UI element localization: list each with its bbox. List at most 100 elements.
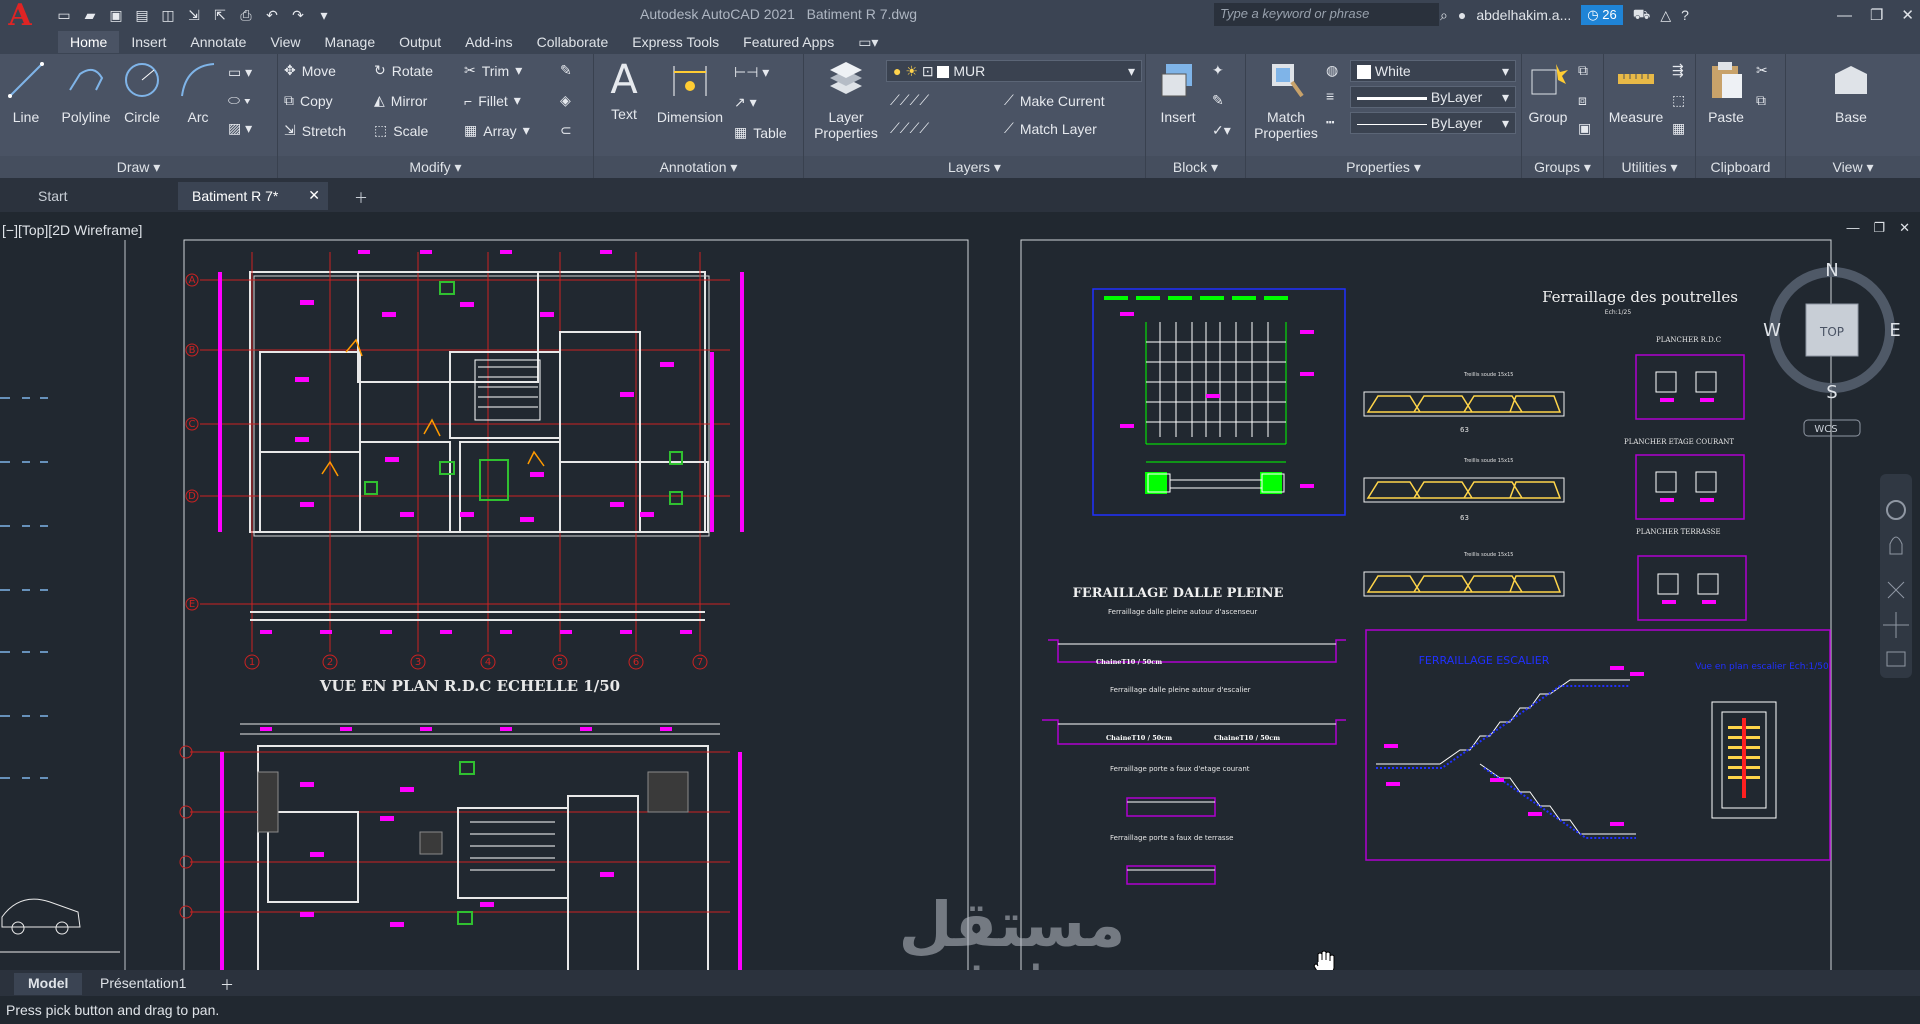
base-view-button[interactable]: Base xyxy=(1826,60,1876,125)
fillet-button[interactable]: ⌐ Fillet ▾ xyxy=(464,92,521,109)
dimension-button[interactable]: Dimension xyxy=(652,60,728,125)
autodesk-app-icon[interactable]: △ xyxy=(1660,7,1671,24)
layer-tools-row-1[interactable]: ⟋⟋⟋⟋ xyxy=(890,92,929,109)
explode-icon[interactable]: ◈ xyxy=(560,92,571,109)
layers-panel-title[interactable]: Layers ▾ xyxy=(804,156,1145,178)
redo-icon[interactable]: ↷ xyxy=(288,5,308,25)
cart-icon[interactable]: ⛟ xyxy=(1633,6,1651,25)
minimize-icon[interactable]: — xyxy=(1837,7,1852,24)
offset-icon[interactable]: ⊂ xyxy=(560,122,572,139)
mirror-button[interactable]: ◭ Mirror xyxy=(374,92,427,109)
help-icon[interactable]: ? xyxy=(1681,7,1689,23)
new-tab-icon[interactable]: ＋ xyxy=(340,182,382,210)
move-button[interactable]: ✥ Move xyxy=(284,62,336,79)
calculator-icon[interactable]: ▦ xyxy=(1672,120,1685,137)
drawing-canvas[interactable]: 1 2 3 4 5 6 7 A B C D E VUE EN PLAN R.D.… xyxy=(0,212,1920,970)
web-mobile-icon[interactable]: ◫ xyxy=(158,5,178,25)
measure-button[interactable]: Measure xyxy=(1606,60,1666,125)
linetype-icon[interactable]: ┅ xyxy=(1326,114,1334,131)
tab-insert[interactable]: Insert xyxy=(119,31,178,53)
circle-button[interactable]: Circle xyxy=(120,60,164,125)
match-properties-button[interactable]: Match Properties xyxy=(1250,60,1322,141)
ellipse-icon[interactable]: ⬭ ▾ xyxy=(228,92,251,109)
linear-dimension-icon[interactable]: ⊢⊣ ▾ xyxy=(734,64,769,81)
viewcube[interactable]: TOP N S E W WCS xyxy=(1763,260,1901,437)
cut-icon[interactable]: ✂ xyxy=(1756,62,1768,79)
insert-block-button[interactable]: Insert xyxy=(1152,60,1204,125)
plot-icon[interactable]: ⎙ xyxy=(236,5,256,25)
hatch-icon[interactable]: ▨ ▾ xyxy=(228,120,252,137)
layer-dropdown[interactable]: ● ☀ ⊡ MUR ▾ xyxy=(886,60,1142,82)
user-name[interactable]: abdelhakim.a... xyxy=(1476,7,1571,23)
color-wheel-icon[interactable]: ◍ xyxy=(1326,62,1338,79)
tab-add-ins[interactable]: Add-ins xyxy=(453,31,524,53)
tab-featured-apps[interactable]: Featured Apps xyxy=(731,31,846,53)
close-tab-icon[interactable]: ✕ xyxy=(308,187,320,204)
quick-select-icon[interactable]: ⇶ xyxy=(1672,62,1684,79)
layer-properties-button[interactable]: Layer Properties xyxy=(810,60,882,141)
tab-model[interactable]: Model xyxy=(14,973,83,995)
copy-button[interactable]: ⧉ Copy xyxy=(284,92,333,109)
layer-tools-row-2[interactable]: ⟋⟋⟋⟋ xyxy=(890,120,929,137)
lineweight-icon[interactable]: ≡ xyxy=(1326,88,1334,104)
make-current-button[interactable]: ⟋ Make Current xyxy=(1004,92,1105,109)
properties-panel-title[interactable]: Properties ▾ xyxy=(1246,156,1521,178)
ribbon-options-icon[interactable]: ▭▾ xyxy=(846,31,890,54)
line-button[interactable]: Line xyxy=(6,60,46,125)
erase-icon[interactable]: ✎ xyxy=(560,62,572,79)
tab-start[interactable]: Start xyxy=(24,182,174,210)
stretch-button[interactable]: ⇲ Stretch xyxy=(284,122,346,139)
arc-button[interactable]: Arc xyxy=(176,60,220,125)
copy-clip-icon[interactable]: ⧉ xyxy=(1756,92,1766,109)
rotate-button[interactable]: ↻ Rotate xyxy=(374,62,433,79)
group-edit-icon[interactable]: ⧈ xyxy=(1578,92,1587,109)
color-dropdown[interactable]: White ▾ xyxy=(1350,60,1516,82)
search-icon[interactable]: ⌕ xyxy=(1440,7,1448,24)
draw-panel-title[interactable]: Draw ▾ xyxy=(0,156,277,178)
tab-express-tools[interactable]: Express Tools xyxy=(620,31,731,53)
tab-view[interactable]: View xyxy=(258,31,312,53)
match-layer-button[interactable]: ⟋ Match Layer xyxy=(1004,120,1097,137)
lineweight-dropdown[interactable]: ByLayer ▾ xyxy=(1350,112,1516,134)
tab-output[interactable]: Output xyxy=(387,31,453,53)
new-file-icon[interactable]: ▭ xyxy=(54,5,74,25)
user-icon[interactable]: ● xyxy=(1458,7,1466,23)
save-icon[interactable]: ▣ xyxy=(106,5,126,25)
clipboard-panel-title[interactable]: Clipboard xyxy=(1696,156,1785,178)
close-icon[interactable]: ✕ xyxy=(1901,6,1914,24)
add-layout-icon[interactable]: ＋ xyxy=(206,973,248,995)
select-all-icon[interactable]: ⬚ xyxy=(1672,92,1685,109)
navigation-bar[interactable] xyxy=(1880,474,1912,678)
polyline-button[interactable]: Polyline xyxy=(56,60,116,125)
tab-document[interactable]: Batiment R 7* ✕ xyxy=(178,182,328,210)
leader-icon[interactable]: ↗ ▾ xyxy=(734,94,757,111)
array-button[interactable]: ▦ Array ▾ xyxy=(464,122,530,139)
view-panel-title[interactable]: View ▾ xyxy=(1786,156,1920,178)
search-input[interactable]: Type a keyword or phrase xyxy=(1214,3,1439,26)
open-folder-icon[interactable]: ▰ xyxy=(80,5,100,25)
linetype-dropdown[interactable]: ByLayer ▾ xyxy=(1350,86,1516,108)
tab-annotate[interactable]: Annotate xyxy=(178,31,258,53)
restore-icon[interactable]: ❐ xyxy=(1870,6,1883,24)
timer-badge[interactable]: ◷ 26 xyxy=(1581,5,1623,25)
ungroup-icon[interactable]: ⧉ xyxy=(1578,62,1588,79)
tab-manage[interactable]: Manage xyxy=(313,31,388,53)
export-icon[interactable]: ⇱ xyxy=(210,5,230,25)
modify-panel-title[interactable]: Modify ▾ xyxy=(278,156,593,178)
paste-button[interactable]: Paste xyxy=(1702,60,1750,125)
table-button[interactable]: ▦ Table xyxy=(734,124,787,141)
group-button[interactable]: Group xyxy=(1526,60,1570,125)
tab-home[interactable]: Home xyxy=(58,31,120,53)
annotation-panel-title[interactable]: Annotation ▾ xyxy=(594,156,803,178)
drawing-viewport[interactable]: [−][Top][2D Wireframe] — ❐ ✕ 1 2 3 4 5 6… xyxy=(0,212,1920,970)
autocad-logo[interactable]: A xyxy=(0,0,40,33)
text-button[interactable]: A Text xyxy=(604,60,644,122)
customize-chevron-icon[interactable]: ▾ xyxy=(314,5,334,25)
trim-button[interactable]: ✂ Trim ▾ xyxy=(464,62,522,79)
groups-panel-title[interactable]: Groups ▾ xyxy=(1522,156,1603,178)
rectangle-icon[interactable]: ▭ ▾ xyxy=(228,64,252,81)
block-attribute-icon[interactable]: ✓▾ xyxy=(1212,122,1231,139)
group-selection-icon[interactable]: ▣ xyxy=(1578,120,1591,137)
save-as-icon[interactable]: ▤ xyxy=(132,5,152,25)
undo-icon[interactable]: ↶ xyxy=(262,5,282,25)
